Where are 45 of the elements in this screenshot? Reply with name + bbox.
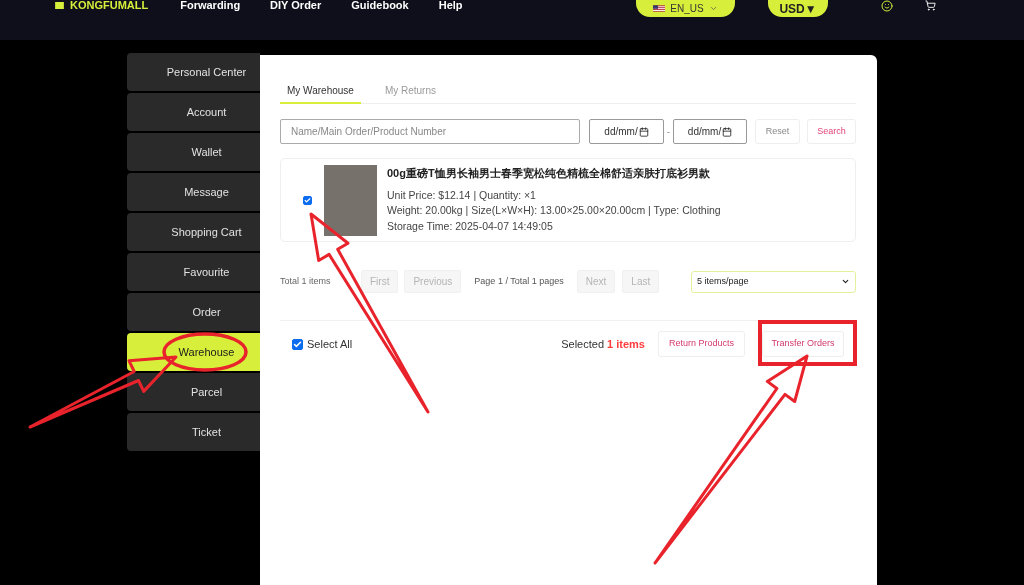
tab[interactable]: My Warehouse xyxy=(280,79,361,104)
nav-link[interactable]: DIY Order xyxy=(270,0,322,10)
nav-link[interactable]: Forwarding xyxy=(180,0,241,10)
currency-selector[interactable]: USD▼ xyxy=(768,0,828,17)
smiley-icon[interactable] xyxy=(879,0,895,12)
language-selector[interactable]: EN_US xyxy=(636,0,735,17)
cart-icon[interactable] xyxy=(924,0,937,11)
product-title: 00g重磅T恤男长袖男士春季宽松纯色精梳全棉舒适亲肤打底衫男款 xyxy=(387,165,711,180)
date-field[interactable]: dd/mm/ xyxy=(589,119,664,144)
select-all-label[interactable]: Select All xyxy=(307,335,353,353)
chevron-icon xyxy=(708,4,718,13)
product-detail: Weight: 20.00kg | Size(L×W×H): 13.00×25.00×20.00cm | Type: Clothing xyxy=(387,203,721,219)
sidebar-item[interactable]: Ticket xyxy=(127,413,260,451)
product-detail: Unit Price: $12.14 | Quantity: ×1 xyxy=(387,187,537,203)
sidebar-item[interactable]: Shopping Cart xyxy=(127,213,260,251)
sidebar-item[interactable]: Order xyxy=(127,293,260,331)
chevron-icon xyxy=(841,277,850,286)
sidebar-item[interactable]: Message xyxy=(127,173,260,211)
nav-link[interactable]: Guidebook xyxy=(351,0,409,10)
photo-placeholder xyxy=(324,164,377,236)
selection-summary: Selected 1 items xyxy=(561,336,645,352)
nav-link[interactable]: Help xyxy=(438,0,463,10)
sidebar-item[interactable]: Personal Center xyxy=(127,53,260,91)
flag-icon xyxy=(653,5,666,12)
product-detail: Storage Time: 2025-04-07 14:49:05 xyxy=(387,218,554,234)
logo-text[interactable]: KONGFUMALL xyxy=(70,0,149,10)
sidebar-item[interactable]: Wallet xyxy=(127,133,260,171)
product-checkbox[interactable] xyxy=(303,195,312,205)
return-products-button[interactable]: Return Products xyxy=(658,331,745,357)
calendar-icon xyxy=(638,126,649,137)
calendar-icon xyxy=(722,126,733,137)
total-items: Total 1 items xyxy=(280,274,332,288)
date-field[interactable]: dd/mm/ xyxy=(673,119,747,144)
page-size-select[interactable]: 5 items/page xyxy=(691,270,856,293)
transfer-orders-button[interactable]: Transfer Orders xyxy=(762,331,844,357)
date-separator: - xyxy=(665,125,672,139)
search-button[interactable]: Search xyxy=(807,119,856,144)
sidebar-item[interactable]: Account xyxy=(127,93,260,131)
select-all-checkbox[interactable] xyxy=(292,338,303,350)
reset-button[interactable]: Reset xyxy=(755,119,800,144)
logo-icon xyxy=(55,1,64,9)
sidebar-item[interactable]: Favourite xyxy=(127,253,260,291)
page-info: Page 1 / Total 1 pages xyxy=(474,274,564,288)
sidebar-item[interactable]: Parcel xyxy=(127,373,260,411)
search-field[interactable]: Name/Main Order/Product Number xyxy=(280,119,580,144)
